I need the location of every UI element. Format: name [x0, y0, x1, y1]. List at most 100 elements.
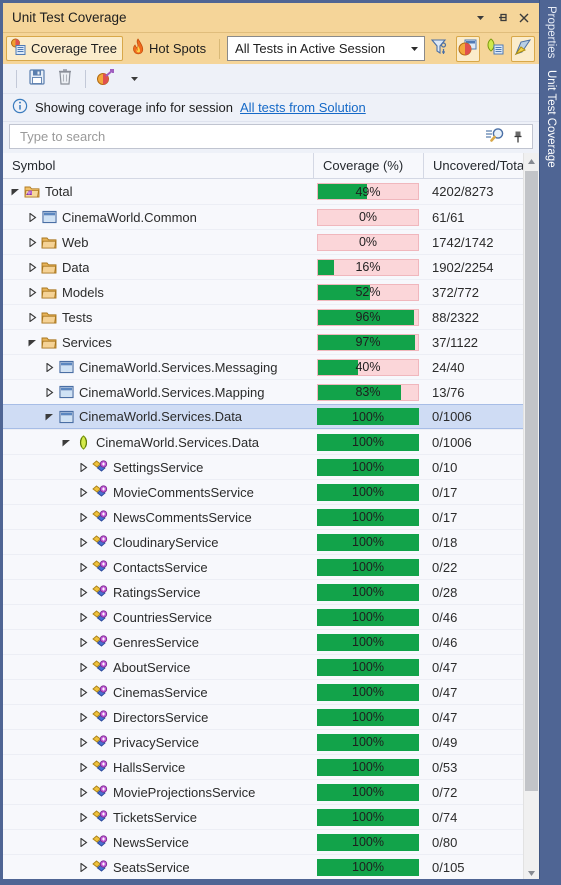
table-row[interactable]: CloudinaryService 100% 0/18: [3, 529, 523, 554]
search-icon[interactable]: [485, 126, 507, 147]
column-header-coverage[interactable]: Coverage (%): [313, 153, 423, 178]
expand-arrow-icon-collapsed[interactable]: [75, 512, 91, 522]
table-row[interactable]: Tests 96% 88/2322: [3, 304, 523, 329]
expand-arrow-icon-collapsed[interactable]: [75, 612, 91, 622]
table-row[interactable]: SettingsService 100% 0/10: [3, 454, 523, 479]
cell-uncovered-total: 0/53: [432, 759, 458, 775]
table-row[interactable]: NewsService 100% 0/80: [3, 829, 523, 854]
table-row[interactable]: Web 0% 1742/1742: [3, 229, 523, 254]
expand-arrow-icon-collapsed[interactable]: [24, 312, 40, 322]
expand-arrow-icon-collapsed[interactable]: [75, 862, 91, 872]
expand-arrow-icon-collapsed[interactable]: [75, 687, 91, 697]
pin-icon[interactable]: [507, 126, 529, 148]
hot-spots-button[interactable]: Hot Spots: [126, 36, 212, 61]
expand-arrow-icon-collapsed[interactable]: [75, 737, 91, 747]
expand-arrow-icon-collapsed[interactable]: [75, 537, 91, 547]
highlight-editor-button[interactable]: [510, 35, 536, 62]
expand-arrow-icon-collapsed[interactable]: [75, 587, 91, 597]
coverage-percent-label: 100%: [352, 585, 384, 599]
close-icon[interactable]: [513, 7, 535, 29]
expand-arrow-icon-collapsed[interactable]: [24, 237, 40, 247]
expand-arrow-icon-collapsed[interactable]: [75, 712, 91, 722]
table-row[interactable]: MovieProjectionsService 100% 0/72: [3, 779, 523, 804]
table-row[interactable]: CinemaWorld.Services.Messaging 40% 24/40: [3, 354, 523, 379]
table-row[interactable]: DirectorsService 100% 0/47: [3, 704, 523, 729]
table-row[interactable]: CinemaWorld.Services.Data 100% 0/1006: [3, 404, 523, 429]
table-row[interactable]: ContactsService 100% 0/22: [3, 554, 523, 579]
search-input[interactable]: [18, 128, 485, 145]
coverage-bar: 52%: [317, 283, 419, 301]
hot-spots-label: Hot Spots: [149, 41, 207, 56]
chevron-down-icon[interactable]: [410, 41, 419, 56]
cell-uncovered-total: 61/61: [432, 209, 465, 225]
table-row[interactable]: Total 49% 4202/8273: [3, 179, 523, 204]
coverage-bar: 100%: [317, 533, 419, 551]
class-icon: [91, 559, 109, 575]
cell-symbol: MovieCommentsService: [3, 485, 313, 500]
expand-arrow-icon-collapsed[interactable]: [41, 362, 57, 372]
table-row[interactable]: AboutService 100% 0/47: [3, 654, 523, 679]
session-link[interactable]: All tests from Solution: [240, 100, 366, 115]
table-row[interactable]: CinemasService 100% 0/47: [3, 679, 523, 704]
scroll-up-arrow[interactable]: [524, 153, 539, 170]
search-box[interactable]: [9, 124, 533, 149]
filter-button[interactable]: [428, 36, 453, 62]
table-row[interactable]: HallsService 100% 0/53: [3, 754, 523, 779]
expand-arrow-icon-collapsed[interactable]: [75, 462, 91, 472]
expand-arrow-icon-collapsed[interactable]: [24, 212, 40, 222]
expand-arrow-icon-collapsed[interactable]: [75, 787, 91, 797]
expand-arrow-icon-collapsed[interactable]: [75, 837, 91, 847]
expand-arrow-icon-collapsed[interactable]: [75, 812, 91, 822]
table-row[interactable]: CinemaWorld.Common 0% 61/61: [3, 204, 523, 229]
table-row[interactable]: Services 97% 37/1122: [3, 329, 523, 354]
expand-arrow-icon-collapsed[interactable]: [41, 387, 57, 397]
expand-arrow-icon-collapsed[interactable]: [75, 762, 91, 772]
cell-coverage: 100%: [313, 683, 423, 701]
group-button[interactable]: [483, 36, 508, 62]
expand-arrow-icon-expanded[interactable]: [41, 412, 57, 421]
table-row[interactable]: CinemaWorld.Services.Mapping 83% 13/76: [3, 379, 523, 404]
pin-icon[interactable]: [491, 7, 513, 29]
cell-symbol: TicketsService: [3, 810, 313, 825]
delete-button[interactable]: [52, 66, 78, 92]
save-snapshot-button[interactable]: [24, 66, 50, 92]
expand-arrow-icon-expanded[interactable]: [24, 338, 40, 347]
expand-arrow-icon-collapsed[interactable]: [75, 562, 91, 572]
row-label: HallsService: [113, 759, 186, 775]
column-header-uncovered[interactable]: Uncovered/Total: [423, 153, 523, 178]
expand-arrow-icon-expanded[interactable]: [7, 187, 23, 196]
scrollbar-thumb[interactable]: [525, 171, 538, 791]
dock-tab-properties[interactable]: Properties: [540, 0, 561, 64]
row-label: MovieProjectionsService: [113, 784, 256, 800]
session-select[interactable]: All Tests in Active Session: [227, 36, 426, 61]
table-row[interactable]: CinemaWorld.Services.Data 100% 0/1006: [3, 429, 523, 454]
dock-tab-unit-test-coverage[interactable]: Unit Test Coverage: [540, 64, 561, 174]
table-row[interactable]: NewsCommentsService 100% 0/17: [3, 504, 523, 529]
table-row[interactable]: CountriesService 100% 0/46: [3, 604, 523, 629]
expand-arrow-icon-collapsed[interactable]: [75, 487, 91, 497]
expand-arrow-icon-collapsed[interactable]: [75, 637, 91, 647]
cell-symbol: NewsCommentsService: [3, 510, 313, 525]
table-row[interactable]: GenresService 100% 0/46: [3, 629, 523, 654]
table-row[interactable]: MovieCommentsService 100% 0/17: [3, 479, 523, 504]
cell-symbol: CinemaWorld.Services.Data: [3, 435, 313, 450]
info-icon: [12, 98, 28, 117]
chevron-down-icon[interactable]: [469, 7, 491, 29]
table-row[interactable]: PrivacyService 100% 0/49: [3, 729, 523, 754]
snapshot-dropdown-button[interactable]: [121, 66, 147, 92]
table-row[interactable]: Data 16% 1902/2254: [3, 254, 523, 279]
expand-arrow-icon-collapsed[interactable]: [24, 287, 40, 297]
table-row[interactable]: Models 52% 372/772: [3, 279, 523, 304]
class-icon: [91, 834, 109, 850]
coverage-snapshot-button[interactable]: [93, 66, 119, 92]
column-header-symbol[interactable]: Symbol: [3, 153, 313, 178]
show-covered-button[interactable]: [455, 35, 481, 62]
table-row[interactable]: SeatsService 100% 0/105: [3, 854, 523, 879]
expand-arrow-icon-collapsed[interactable]: [24, 262, 40, 272]
vertical-scrollbar[interactable]: [523, 153, 539, 882]
table-row[interactable]: TicketsService 100% 0/74: [3, 804, 523, 829]
coverage-tree-button[interactable]: Coverage Tree: [6, 36, 123, 61]
expand-arrow-icon-expanded[interactable]: [58, 438, 74, 447]
table-row[interactable]: RatingsService 100% 0/28: [3, 579, 523, 604]
expand-arrow-icon-collapsed[interactable]: [75, 662, 91, 672]
